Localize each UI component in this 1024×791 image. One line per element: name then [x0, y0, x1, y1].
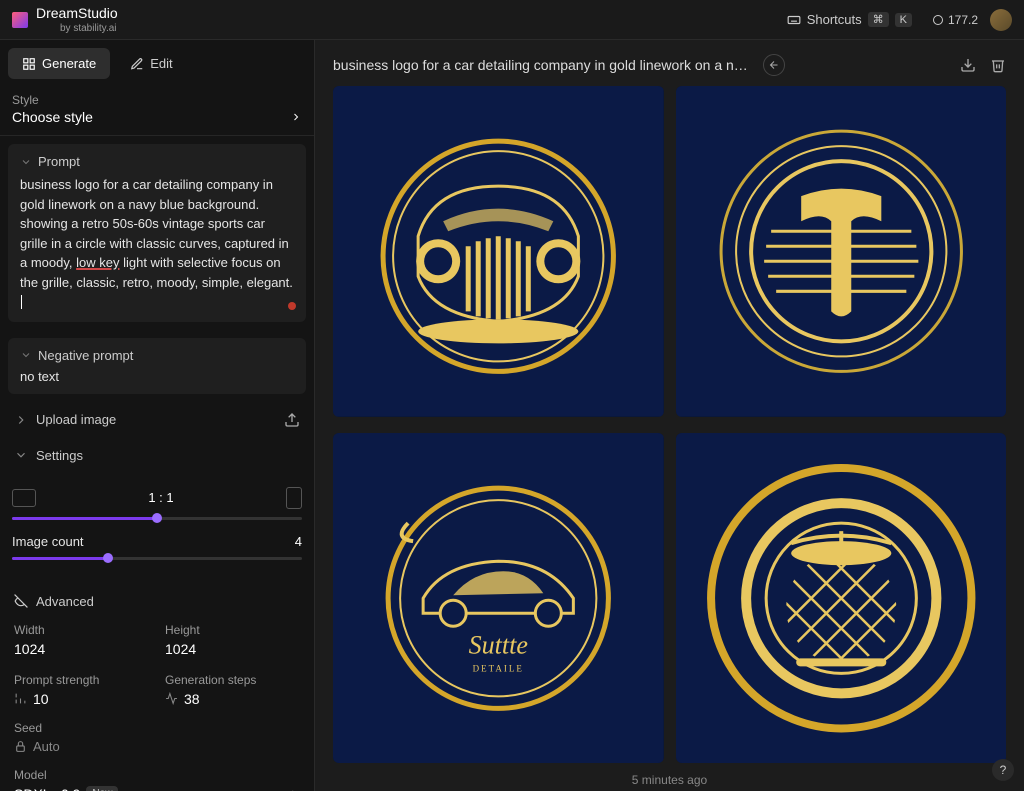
lock-icon [14, 740, 27, 753]
download-icon[interactable] [960, 57, 976, 73]
upload-label: Upload image [36, 412, 116, 427]
advanced-label: Advanced [36, 594, 94, 609]
result-image-1[interactable] [333, 86, 664, 417]
eye-off-icon [14, 594, 28, 608]
style-value: Choose style [12, 109, 93, 125]
strength-value[interactable]: 10 [14, 691, 149, 707]
width-field: Width 1024 [14, 623, 149, 657]
generation-timestamp: 5 minutes ago [315, 767, 1024, 791]
chevron-down-icon [20, 349, 32, 361]
style-label: Style [12, 93, 302, 107]
steps-value[interactable]: 38 [165, 691, 300, 707]
chevron-right-icon [290, 111, 302, 123]
aspect-slider[interactable] [12, 517, 302, 520]
strength-field: Prompt strength 10 [14, 673, 149, 707]
sliders-icon [14, 692, 27, 705]
tab-generate[interactable]: Generate [8, 48, 110, 79]
advanced-row[interactable]: Advanced [0, 584, 314, 619]
settings-label: Settings [36, 448, 83, 463]
credits-display[interactable]: 177.2 [932, 13, 978, 27]
shortcuts-label: Shortcuts [807, 12, 862, 27]
trash-icon[interactable] [990, 57, 1006, 73]
keyboard-icon [787, 13, 801, 27]
back-button[interactable] [763, 54, 785, 76]
coin-icon [932, 14, 944, 26]
steps-field: Generation steps 38 [165, 673, 300, 707]
chevron-down-icon [14, 448, 28, 462]
seed-value[interactable]: Auto [14, 739, 300, 754]
aspect-ratio-value: 1 : 1 [148, 490, 173, 505]
prompt-status-dot [288, 302, 296, 310]
prompt-panel: Prompt business logo for a car detailing… [8, 144, 306, 322]
activity-icon [165, 692, 178, 705]
app-header: DreamStudio by stability.ai Shortcuts ⌘ … [0, 0, 1024, 40]
chevron-right-icon [14, 413, 28, 427]
style-selector[interactable]: Choose style [12, 109, 302, 125]
upload-image-row[interactable]: Upload image [0, 402, 314, 438]
edit-icon [130, 57, 144, 71]
grid-icon [22, 57, 36, 71]
image-count-slider[interactable] [12, 557, 302, 560]
upload-icon[interactable] [284, 412, 300, 428]
result-image-4[interactable] [676, 433, 1007, 764]
result-image-2[interactable] [676, 86, 1007, 417]
width-value[interactable]: 1024 [14, 641, 149, 657]
negative-prompt-panel: Negative prompt no text [8, 338, 306, 394]
credits-value: 177.2 [948, 13, 978, 27]
svg-text:Suttte: Suttte [469, 630, 528, 659]
height-value[interactable]: 1024 [165, 641, 300, 657]
negative-label: Negative prompt [38, 348, 133, 363]
image-count-value: 4 [295, 534, 302, 549]
app-title: DreamStudio [36, 5, 118, 21]
app-byline: by stability.ai [60, 23, 118, 34]
prompt-textarea[interactable]: business logo for a car detailing compan… [20, 175, 294, 312]
model-field: Model SDXL v0.9 New [0, 764, 314, 791]
tab-generate-label: Generate [42, 56, 96, 71]
tab-edit[interactable]: Edit [116, 48, 186, 79]
negative-textarea[interactable]: no text [20, 369, 294, 384]
sidebar: Generate Edit Style Choose style Prompt [0, 40, 315, 791]
shortcut-key-cmd: ⌘ [868, 12, 889, 27]
image-count-label: Image count [12, 534, 84, 549]
height-field: Height 1024 [165, 623, 300, 657]
new-badge: New [86, 786, 118, 791]
tab-edit-label: Edit [150, 56, 172, 71]
generation-title: business logo for a car detailing compan… [333, 57, 753, 73]
svg-text:DETAILE: DETAILE [473, 663, 524, 673]
arrow-left-icon [768, 59, 780, 71]
main-canvas: business logo for a car detailing compan… [315, 40, 1024, 791]
model-selector[interactable]: SDXL v0.9 New [14, 786, 300, 791]
result-image-3[interactable]: Suttte DETAILE [333, 433, 664, 764]
shortcuts-button[interactable]: Shortcuts ⌘ K [779, 8, 920, 31]
settings-row[interactable]: Settings [0, 438, 314, 473]
seed-field: Seed Auto [0, 717, 314, 764]
chevron-down-icon [20, 156, 32, 168]
dreamstudio-logo-icon [12, 12, 28, 28]
help-button[interactable]: ? [992, 759, 1014, 781]
prompt-label: Prompt [38, 154, 80, 169]
aspect-portrait-icon[interactable] [286, 487, 302, 509]
shortcut-key-k: K [895, 13, 912, 27]
app-logo: DreamStudio by stability.ai [12, 5, 118, 34]
user-avatar[interactable] [990, 9, 1012, 31]
aspect-landscape-icon[interactable] [12, 489, 36, 507]
chevron-right-icon [288, 788, 300, 791]
